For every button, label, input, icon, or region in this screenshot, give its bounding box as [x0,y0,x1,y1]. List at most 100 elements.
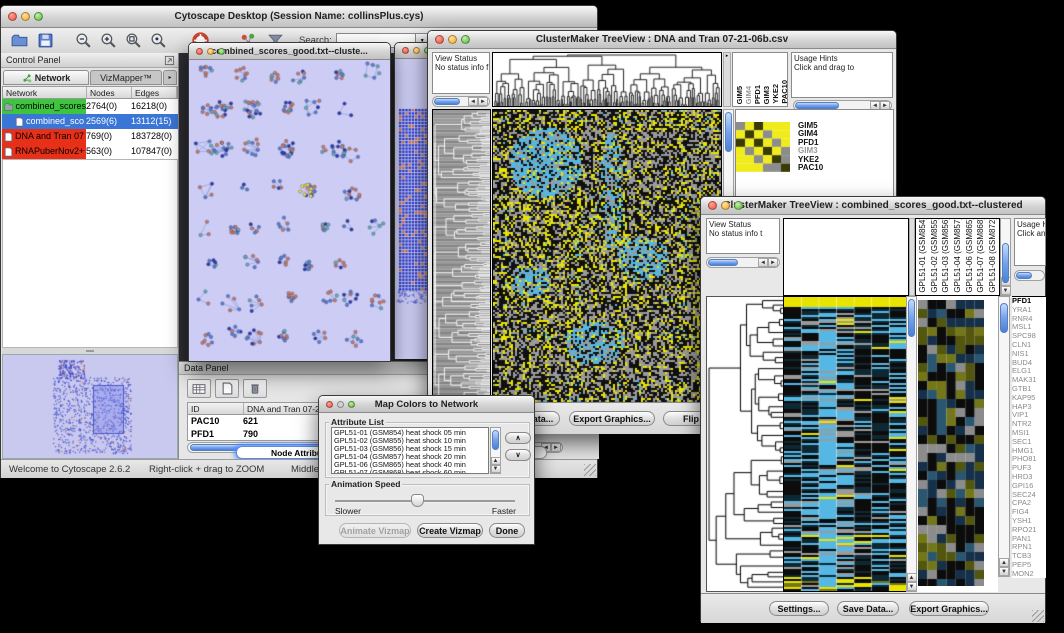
move-down-button[interactable]: ∨ [505,449,531,461]
scroll-right-icon[interactable]: ► [768,258,778,267]
scroll-up-icon[interactable]: ▲ [491,457,501,465]
close-icon[interactable] [708,201,717,210]
scroll-right-icon[interactable]: ► [478,97,488,106]
column-label[interactable]: PAC10 [780,80,788,104]
zoom-window-icon[interactable] [734,201,743,210]
move-up-button[interactable]: ∧ [505,432,531,444]
export-graphics-button[interactable]: Export Graphics... [569,411,655,426]
done-button[interactable]: Done [489,523,525,538]
dialog-titlebar[interactable]: Map Colors to Network [319,396,534,413]
network-row-selected[interactable]: combined_sco 2569(6) 13112(15) [2,114,178,129]
resize-grip[interactable] [1032,610,1044,622]
column-label[interactable]: GPL51-03 (GSM856) [941,218,950,293]
titlebar[interactable]: ClusterMaker TreeView : DNA and Tran 07-… [428,31,896,49]
select-attributes-button[interactable] [187,379,211,398]
scroll-left-icon[interactable]: ◄ [468,97,478,106]
attribute-list-item[interactable]: GPL51-07 (GSM868) heat shock 60 min [334,469,486,474]
column-label[interactable]: GIM5 [735,86,744,104]
col-nodes[interactable]: Nodes [87,87,132,98]
zoom-window-icon[interactable] [218,48,225,55]
minimize-icon[interactable] [413,47,420,54]
minimize-icon[interactable] [207,48,214,55]
minimize-icon[interactable] [337,401,344,408]
zoom-in-button[interactable] [98,31,118,51]
column-label[interactable]: GIM4 [744,86,753,104]
scrollbar-thumb[interactable] [725,112,732,152]
delete-attribute-button[interactable] [243,379,267,398]
zoom-window-icon[interactable] [348,401,355,408]
mini-scroll-strip[interactable]: ▸ [723,52,731,107]
titlebar[interactable]: combined_scores_good.txt--cluste... [189,43,390,60]
gene-label[interactable]: MON2 [1012,570,1046,578]
minimize-icon[interactable] [721,201,730,210]
column-label[interactable]: GPL51-04 (GSM857) [953,218,962,293]
network-row[interactable]: RNAPuberNov2+ 563(0) 107847(0) [2,144,178,159]
float-panel-button[interactable] [162,53,176,67]
zoom-window-icon[interactable] [34,12,43,21]
column-label[interactable]: YKE2 [771,84,780,104]
network-canvas[interactable] [189,60,390,361]
zoom-selected-button[interactable] [123,31,143,51]
column-label[interactable]: GPL51-01 (GSM854) [918,218,927,293]
heatmap-canvas[interactable] [784,297,907,591]
column-label[interactable]: GIM3 [762,86,771,104]
scroll-down-icon[interactable]: ▼ [907,582,917,591]
scroll-down-icon[interactable]: ▼ [999,567,1009,576]
birdseye-canvas[interactable] [3,355,177,458]
scrollbar-thumb[interactable] [708,259,738,266]
cytoscape-titlebar[interactable]: Cytoscape Desktop (Session Name: collins… [1,6,597,28]
column-label[interactable]: GPL51-02 (GSM855) [930,218,939,293]
scrollbar-thumb[interactable] [492,430,499,450]
zoom-fit-button[interactable] [148,31,168,51]
scrollbar-thumb[interactable] [908,299,915,337]
slider-thumb[interactable] [411,494,424,507]
tab-network[interactable]: Network [3,70,89,85]
new-attribute-button[interactable] [215,379,239,398]
close-icon[interactable] [435,35,444,44]
export-graphics-button[interactable]: Export Graphics... [909,601,989,616]
row-dendrogram-canvas[interactable] [707,297,784,591]
open-session-button[interactable] [9,31,29,51]
heatmap-canvas[interactable] [493,110,721,403]
zoom-window-icon[interactable] [461,35,470,44]
close-icon[interactable] [402,47,409,54]
resize-grip[interactable] [584,464,596,476]
column-label[interactable]: GPL51-07 (GSM868) [976,218,985,293]
save-data-button[interactable]: Save Data... [837,601,899,616]
scrollbar-thumb[interactable] [1002,243,1009,283]
minimize-icon[interactable] [21,12,30,21]
minimize-icon[interactable] [448,35,457,44]
scroll-up-icon[interactable]: ▲ [907,573,917,582]
scrollbar-thumb[interactable] [795,102,839,109]
slider-track[interactable] [335,500,515,503]
column-label[interactable]: PFD1 [753,85,762,104]
scrollbar-thumb[interactable] [1016,272,1032,279]
col-network[interactable]: Network [3,87,87,98]
create-vizmap-button[interactable]: Create Vizmap [417,523,483,538]
save-session-button[interactable] [35,31,55,51]
animate-vizmap-button[interactable]: Animate Vizmap [339,523,411,538]
close-icon[interactable] [326,401,333,408]
settings-button[interactable]: Settings... [769,601,829,616]
tab-vizmapper[interactable]: VizMapper™ [90,70,162,85]
summary-heatmap-canvas[interactable] [736,122,790,172]
scrollbar-thumb[interactable] [1000,303,1008,333]
scroll-right-icon[interactable]: ► [551,443,561,452]
column-label[interactable]: GPL51-08 (GSM872) [988,218,997,293]
network-row[interactable]: DNA and Tran 07 769(0) 183728(0) [2,129,178,144]
row-label[interactable]: PAC10 [798,164,823,172]
column-dendrogram-canvas[interactable] [493,53,721,106]
scroll-left-icon[interactable]: ◄ [758,258,768,267]
tab-overflow-button[interactable]: ▸ [163,70,177,85]
close-icon[interactable] [8,12,17,21]
zoom-out-button[interactable] [73,31,93,51]
column-label[interactable]: GPL51-06 (GSM865) [965,218,974,293]
summary-heatmap-canvas[interactable] [918,300,984,586]
col-edges[interactable]: Edges [132,87,177,98]
scrollbar-thumb[interactable] [434,98,460,105]
scroll-down-icon[interactable]: ▼ [491,465,501,473]
scroll-up-icon[interactable]: ▲ [999,558,1009,567]
network-row[interactable]: combined_scores 2764(0) 16218(0) [2,99,178,114]
row-dendrogram-canvas[interactable] [433,110,490,403]
col-id[interactable]: ID [188,403,244,414]
